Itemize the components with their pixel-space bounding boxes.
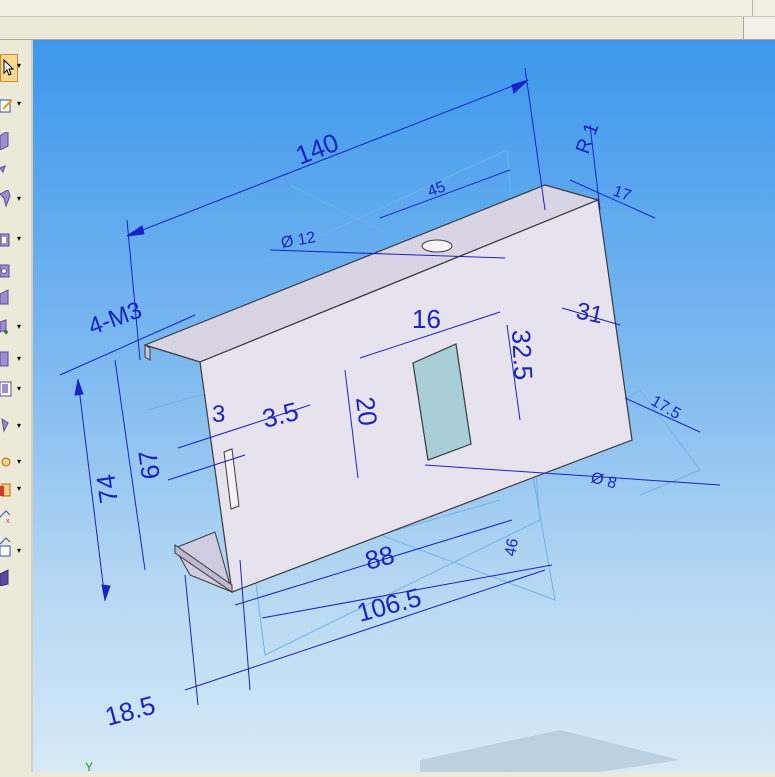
- select-arrow-icon[interactable]: [0, 54, 18, 82]
- dim-67: 67: [132, 449, 166, 482]
- dim-dia-8: Ø 8: [589, 469, 618, 492]
- flange-icon[interactable]: ▾: [0, 230, 21, 248]
- revolve-icon[interactable]: [0, 162, 18, 180]
- 3d-viewport[interactable]: 140 45 R 1 17 Ø 12 4-M3 16 31 32.5 3 3.5…: [33, 40, 775, 774]
- sketch-icon[interactable]: ▾: [0, 97, 21, 115]
- dim-46: 46: [502, 537, 522, 558]
- menu-bar: [0, 17, 775, 40]
- dim-17-5: 17.5: [648, 393, 684, 423]
- plane-icon[interactable]: ▾: [0, 542, 21, 560]
- dim-106-5: 106.5: [354, 582, 425, 628]
- floor-shadow: [420, 730, 680, 772]
- rib-icon[interactable]: ▾: [0, 417, 21, 435]
- svg-text:x: x: [6, 518, 10, 525]
- draft-icon[interactable]: ▾: [0, 453, 21, 471]
- body-icon[interactable]: [0, 568, 18, 587]
- dim-20: 20: [350, 395, 383, 427]
- feature-toolbar: ▾ ▾ ▾ ▾ ▾ ▾ ▾ ▾ ▾ ▾ x ▾: [0, 40, 33, 772]
- dim-74: 74: [90, 473, 124, 506]
- dim-31: 31: [574, 297, 606, 329]
- dim-3: 3: [212, 401, 225, 428]
- dim-32-5: 32.5: [506, 329, 539, 381]
- dim-r1: R 1: [572, 120, 603, 157]
- cut-icon[interactable]: [0, 288, 18, 306]
- dim-17: 17: [611, 183, 634, 205]
- pattern-icon[interactable]: ▾: [0, 380, 21, 398]
- hole-icon[interactable]: [0, 261, 18, 279]
- select-dropdown-icon[interactable]: ▾: [17, 61, 21, 70]
- axis-y-label: Y: [85, 760, 93, 772]
- sweep-icon[interactable]: ▾: [0, 189, 21, 208]
- dim-dia-12: Ø 12: [280, 229, 317, 252]
- drawing-canvas[interactable]: 140 45 R 1 17 Ø 12 4-M3 16 31 32.5 3 3.5…: [33, 40, 775, 774]
- window-corner: [743, 17, 775, 39]
- dim-140: 140: [291, 127, 342, 171]
- extrude-icon[interactable]: [0, 131, 18, 151]
- dim-45: 45: [425, 178, 448, 200]
- dim-thread-4m3: 4-M3: [85, 297, 146, 341]
- round-icon[interactable]: ▾: [0, 480, 21, 498]
- chamfer-icon[interactable]: x: [0, 507, 18, 525]
- sheet-metal-part[interactable]: [143, 184, 633, 593]
- title-bar: [0, 0, 775, 17]
- feature-icon[interactable]: ▾: [0, 318, 21, 336]
- dim-18-5: 18.5: [102, 690, 159, 732]
- shell-icon[interactable]: ▾: [0, 350, 21, 368]
- dim-16: 16: [412, 304, 441, 334]
- dim-88: 88: [362, 539, 398, 575]
